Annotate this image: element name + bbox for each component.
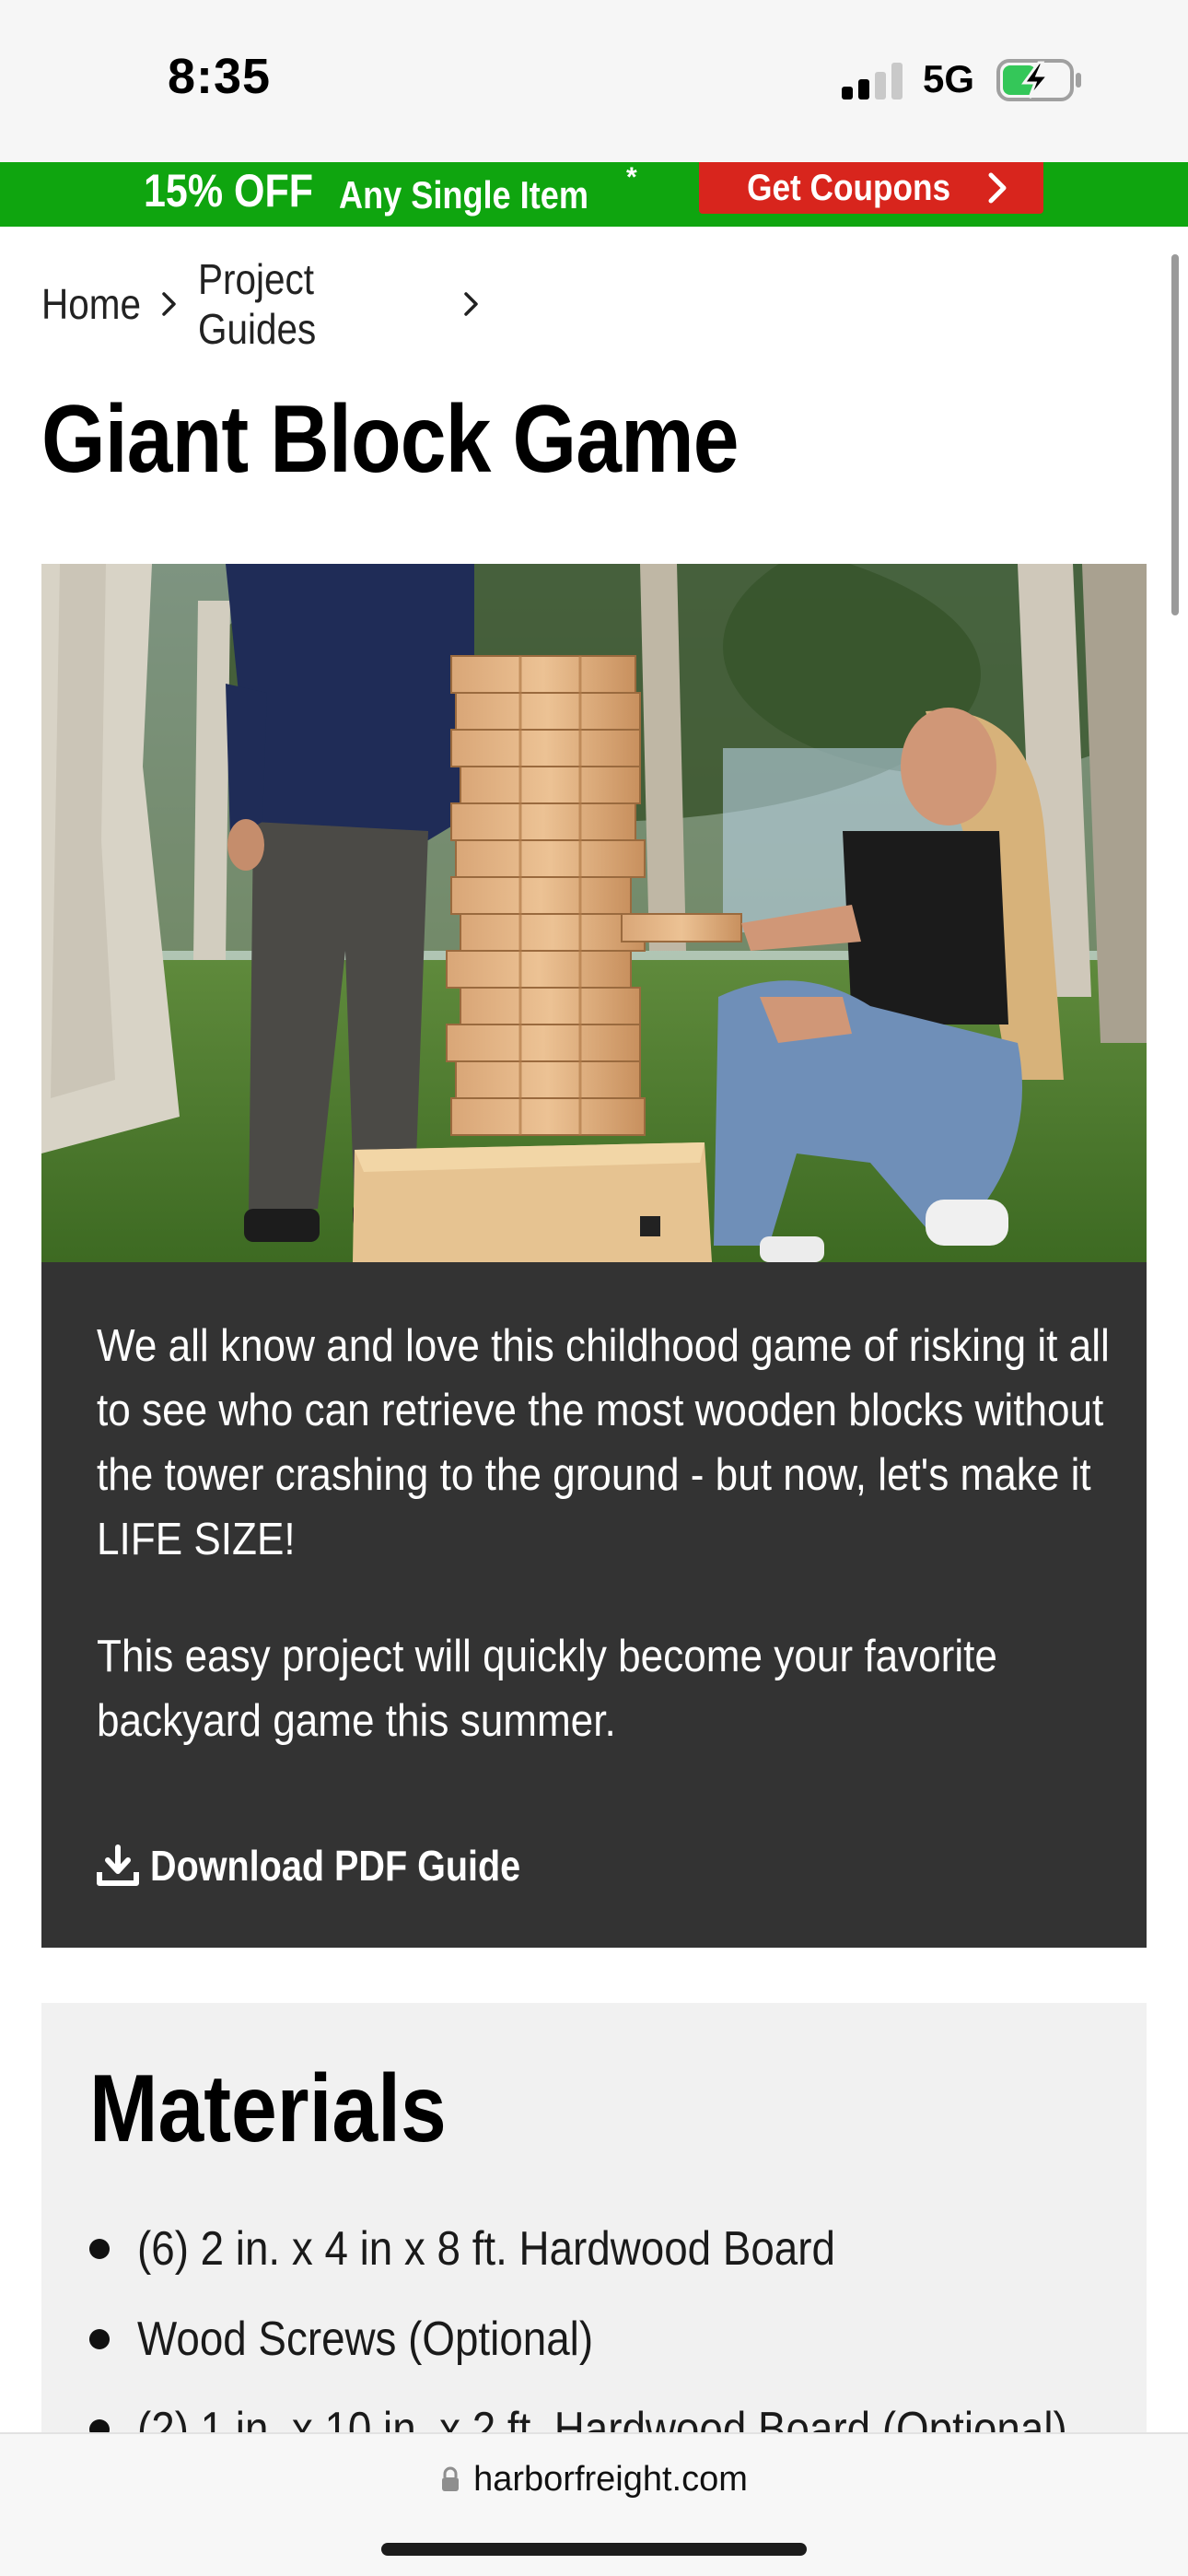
promo-discount: 15% OFF	[144, 165, 313, 217]
breadcrumb-home-link[interactable]: Home	[41, 279, 142, 329]
breadcrumb: Home Project Guides	[41, 255, 500, 353]
description-paragraph: This easy project will quickly become yo…	[97, 1632, 997, 1746]
url-row[interactable]: harborfreight.com	[0, 2456, 1188, 2502]
download-icon	[97, 1844, 139, 1886]
cellular-signal-icon	[842, 63, 906, 100]
photo-people-playing-giant-block-tower-icon	[41, 564, 1147, 1262]
get-coupons-button[interactable]: Get Coupons	[699, 162, 1043, 214]
material-text: (6) 2 in. x 4 in x 8 ft. Hardwood Board	[137, 2222, 835, 2276]
status-time: 8:35	[168, 49, 272, 104]
get-coupons-label: Get Coupons	[747, 167, 951, 208]
download-pdf-guide-link[interactable]: Download PDF Guide	[97, 1833, 581, 1898]
bullet-icon	[89, 2329, 110, 2349]
download-pdf-label: Download PDF Guide	[150, 1842, 521, 1890]
battery-charging-icon	[996, 59, 1081, 101]
scrollbar-thumb[interactable]	[1171, 254, 1179, 615]
lock-icon	[442, 2466, 460, 2491]
materials-heading: Materials	[89, 2055, 447, 2162]
network-type: 5G	[923, 57, 975, 100]
description-panel: We all know and love this childhood game…	[41, 1262, 1147, 1948]
breadcrumb-project-guides-link[interactable]: Project Guides	[198, 254, 426, 354]
status-bar: 8:35 5G	[0, 0, 1188, 162]
home-indicator[interactable]	[381, 2543, 807, 2556]
description-paragraph: We all know and love this childhood game…	[97, 1321, 1110, 1564]
list-item: (6) 2 in. x 4 in x 8 ft. Hardwood Board	[89, 2204, 1188, 2294]
promo-asterisk: *	[626, 162, 637, 193]
chevron-right-icon	[464, 292, 478, 316]
chevron-right-icon	[162, 292, 176, 316]
list-item: Wood Screws (Optional)	[89, 2294, 1188, 2384]
chevron-right-icon	[988, 172, 1007, 204]
promo-offer-text: Any Single Item	[339, 173, 588, 217]
hero-image	[41, 564, 1147, 1262]
url-text: harborfreight.com	[473, 2459, 748, 2499]
bullet-icon	[89, 2239, 110, 2259]
material-text: Wood Screws (Optional)	[137, 2313, 594, 2366]
promo-banner[interactable]: 15% OFF Any Single Item * Get Coupons	[0, 162, 1188, 227]
page-title: Giant Block Game	[41, 386, 740, 493]
